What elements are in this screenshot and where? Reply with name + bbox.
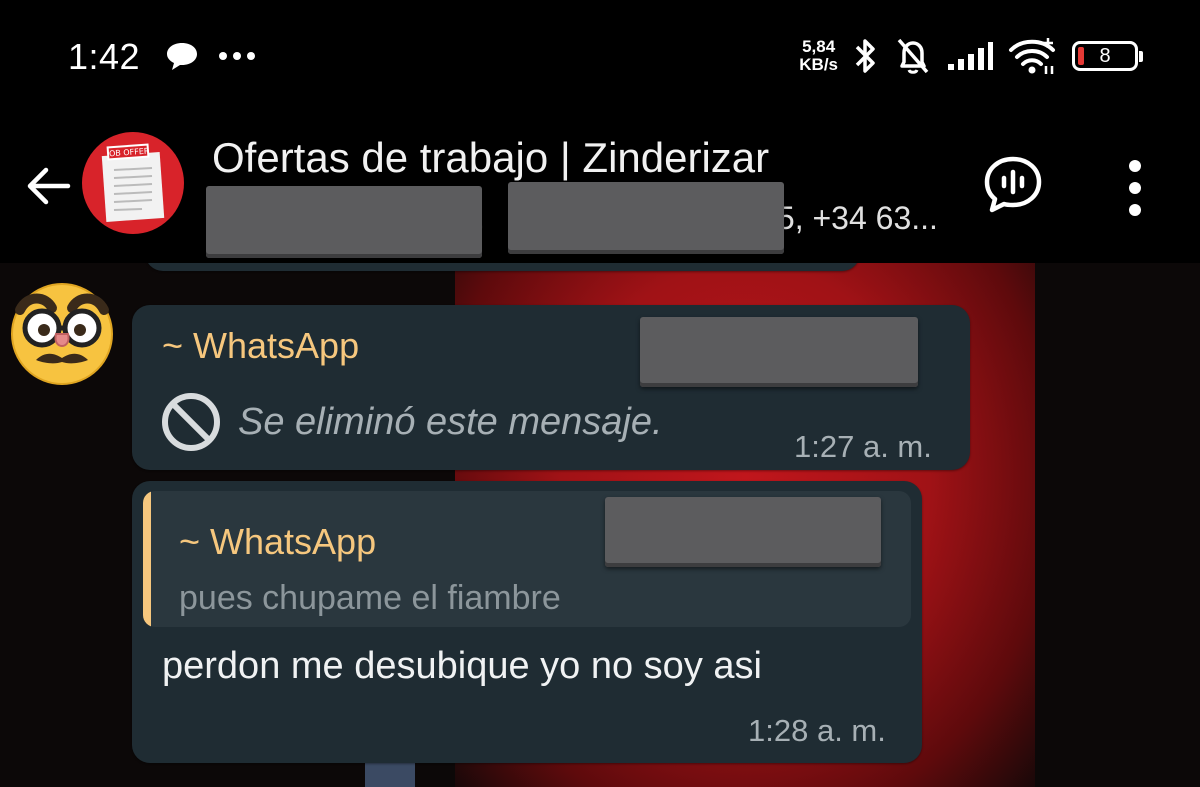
signal-icon xyxy=(948,42,993,70)
deleted-message-text: Se eliminó este mensaje. xyxy=(238,400,663,443)
voice-chat-icon[interactable] xyxy=(982,154,1044,216)
message-bubble-deleted[interactable]: ~ WhatsApp Se eliminó este mensaje. 1:27… xyxy=(132,305,970,470)
redaction-block xyxy=(640,317,918,387)
deleted-message-icon xyxy=(162,393,220,451)
group-avatar[interactable]: JOB OFFER xyxy=(82,132,184,234)
more-notifications-icon xyxy=(219,52,255,60)
chat-area[interactable]: ~ WhatsApp Se eliminó este mensaje. 1:27… xyxy=(0,263,1200,787)
back-arrow-icon[interactable] xyxy=(22,160,74,212)
quoted-message[interactable]: ~ WhatsApp pues chupame el fiambre xyxy=(143,491,911,627)
message-sender[interactable]: ~ WhatsApp xyxy=(162,325,359,367)
status-bar: 1:42 5,84 KB/s 8 xyxy=(0,0,1200,118)
job-offer-image: JOB OFFER xyxy=(101,143,165,222)
group-members[interactable]: ,5, +34 63... xyxy=(206,182,956,258)
message-time: 1:27 a. m. xyxy=(794,429,932,464)
chat-notification-icon xyxy=(167,43,197,70)
previous-message-bubble[interactable] xyxy=(145,263,860,271)
quoted-text: pues chupame el fiambre xyxy=(179,579,561,617)
wifi-icon xyxy=(1009,38,1055,74)
bell-muted-icon xyxy=(897,38,929,74)
battery-indicator: 8 xyxy=(1072,41,1143,71)
quoted-sender: ~ WhatsApp xyxy=(179,521,377,562)
redaction-block xyxy=(206,186,482,258)
message-bubble[interactable]: ~ WhatsApp pues chupame el fiambre perdo… xyxy=(132,481,922,763)
status-time: 1:42 xyxy=(68,36,141,77)
network-speed: 5,84 KB/s xyxy=(799,37,838,74)
bluetooth-icon xyxy=(855,39,875,73)
message-text: perdon me desubique yo no soy asi xyxy=(162,645,762,687)
redaction-block xyxy=(605,497,881,567)
more-options-icon[interactable] xyxy=(1122,158,1148,218)
redaction-block xyxy=(508,182,784,254)
chat-header: JOB OFFER Ofertas de trabajo | Zinderiza… xyxy=(0,118,1200,263)
disguised-face-avatar[interactable] xyxy=(6,276,118,388)
message-time: 1:28 a. m. xyxy=(748,713,886,748)
group-title[interactable]: Ofertas de trabajo | Zinderizar xyxy=(212,134,769,182)
